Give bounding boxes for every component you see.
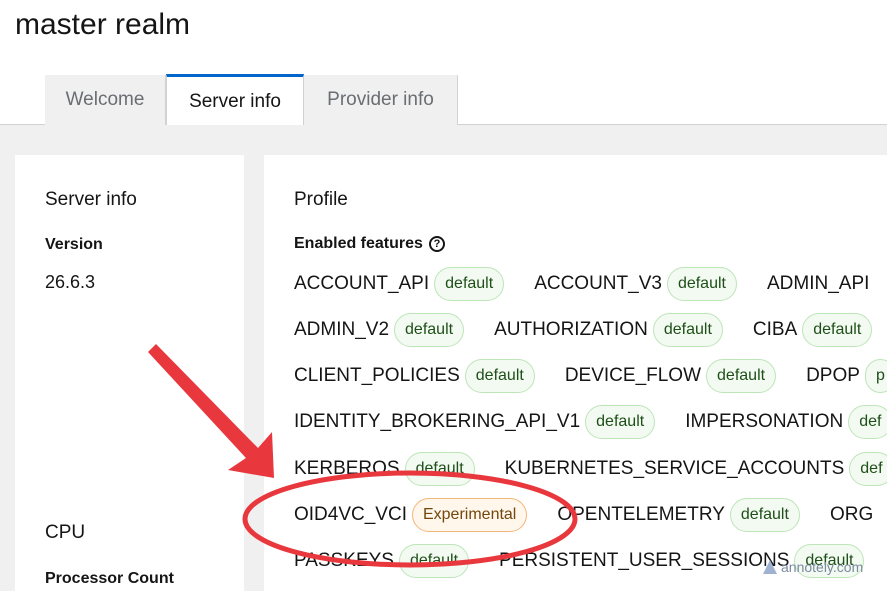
feature-name: OPENTELEMETRY — [557, 504, 725, 525]
feature-item: IDENTITY_BROKERING_API_V1 default — [294, 405, 656, 439]
default-badge: default — [404, 452, 475, 486]
profile-card: Profile Enabled features? ACCOUNT_API def… — [264, 155, 887, 591]
tab-welcome[interactable]: Welcome — [45, 75, 166, 125]
feature-item: OID4VC_VCI Experimental — [294, 498, 528, 532]
experimental-badge: Experimental — [411, 498, 528, 532]
enabled-features-text: Enabled features — [294, 235, 423, 252]
server-info-card: Server info Version 26.6.3 CPU Processor… — [15, 155, 244, 591]
feature-item: IMPERSONATION def — [685, 405, 887, 439]
version-label: Version — [45, 236, 103, 253]
feature-name: CIBA — [752, 319, 798, 340]
feature-item: ACCOUNT_API default — [294, 267, 505, 301]
default-badge: default — [394, 313, 465, 347]
feature-row: IDENTITY_BROKERING_API_V1 default IMPERSO… — [294, 404, 887, 440]
processor-count-label: Processor Count — [45, 570, 174, 587]
feature-name: OID4VC_VCI — [294, 504, 407, 525]
feature-item: KUBERNETES_SERVICE_ACCOUNTS def — [505, 452, 887, 486]
feature-item: ADMIN_V2 default — [294, 313, 465, 347]
watermark: annotely.com — [762, 559, 863, 575]
default-badge: default — [729, 498, 800, 532]
default-badge: default — [652, 313, 723, 347]
server-info-title: Server info — [45, 189, 137, 210]
feature-name: PERSISTENT_USER_SESSIONS — [499, 550, 790, 571]
feature-row: OID4VC_VCI Experimental OPENTELEMETRY defa… — [294, 497, 887, 533]
feature-name: ORG — [829, 504, 874, 525]
feature-row: ADMIN_V2 default AUTHORIZATION default CIB… — [294, 312, 887, 348]
help-icon[interactable]: ? — [428, 235, 445, 252]
feature-item: OPENTELEMETRY default — [557, 498, 800, 532]
feature-item: PASSKEYS default — [294, 544, 470, 578]
feature-item: ADMIN_API — [767, 273, 869, 295]
tab-bar: Welcome Server info Provider info — [0, 74, 887, 126]
tab-provider-info[interactable]: Provider info — [304, 75, 458, 125]
default-badge: def — [848, 405, 887, 439]
watermark-text: annotely.com — [781, 559, 864, 575]
feature-name: CLIENT_POLICIES — [294, 365, 460, 386]
feature-item: DEVICE_FLOW default — [564, 359, 777, 393]
default-badge: default — [706, 359, 777, 393]
feature-item: ORG — [830, 504, 873, 526]
profile-title: Profile — [294, 189, 348, 210]
feature-name: ACCOUNT_API — [294, 273, 430, 294]
tab-server-info[interactable]: Server info — [166, 74, 304, 126]
feature-row: KERBEROS default KUBERNETES_SERVICE_ACCOU… — [294, 451, 887, 487]
default-badge: default — [398, 544, 470, 578]
feature-name: PASSKEYS — [294, 550, 394, 571]
feature-name: IMPERSONATION — [685, 411, 844, 432]
default-badge: p — [864, 359, 887, 393]
feature-name: DPOP — [806, 365, 860, 386]
feature-name: ADMIN_V2 — [294, 319, 390, 340]
feature-item: CIBA default — [752, 313, 873, 347]
feature-name: ADMIN_API — [766, 273, 870, 294]
feature-name: AUTHORIZATION — [494, 319, 648, 340]
cpu-title: CPU — [45, 522, 86, 543]
default-badge: default — [666, 267, 737, 301]
default-badge: default — [464, 359, 535, 393]
feature-name: KERBEROS — [294, 458, 400, 479]
feature-item: KERBEROS default — [294, 452, 475, 486]
feature-name: DEVICE_FLOW — [564, 365, 702, 386]
default-badge: default — [802, 313, 873, 347]
default-badge: default — [434, 267, 505, 301]
feature-name: ACCOUNT_V3 — [534, 273, 662, 294]
feature-item: AUTHORIZATION default — [494, 313, 723, 347]
annotely-logo-icon — [763, 560, 777, 574]
feature-item: DPOP p — [806, 359, 887, 393]
default-badge: def — [849, 452, 887, 486]
feature-item: ACCOUNT_V3 default — [534, 267, 737, 301]
feature-name: IDENTITY_BROKERING_API_V1 — [294, 411, 581, 432]
enabled-features-label: Enabled features? — [294, 235, 445, 253]
page-title: master realm — [15, 8, 191, 41]
version-value: 26.6.3 — [45, 272, 96, 292]
default-badge: default — [585, 405, 656, 439]
feature-row: CLIENT_POLICIES default DEVICE_FLOW defaul… — [294, 358, 887, 394]
feature-item: CLIENT_POLICIES default — [294, 359, 535, 393]
feature-row: ACCOUNT_API default ACCOUNT_V3 default ADM… — [294, 266, 887, 302]
feature-name: KUBERNETES_SERVICE_ACCOUNTS — [504, 458, 845, 479]
